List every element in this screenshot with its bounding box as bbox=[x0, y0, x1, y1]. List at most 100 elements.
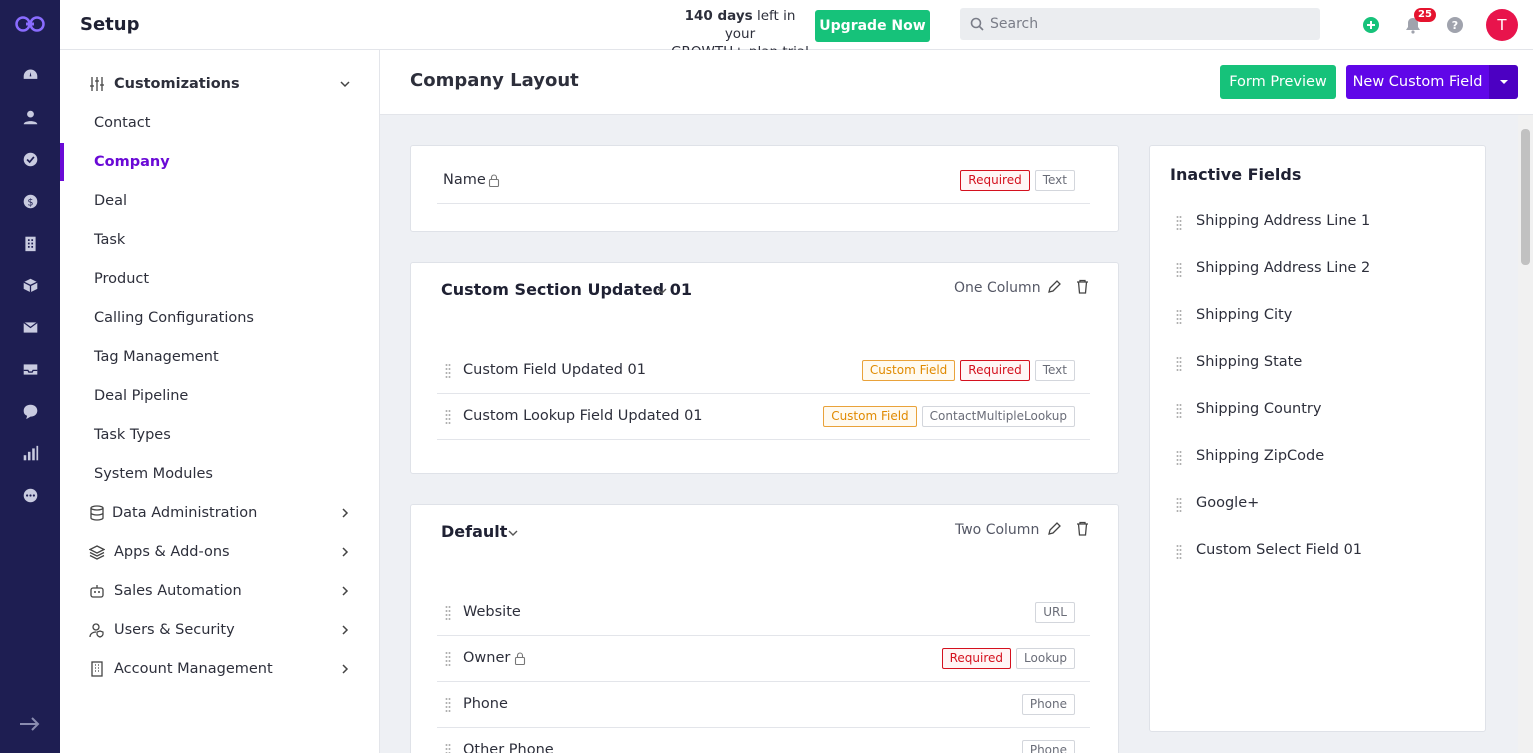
app-logo-icon[interactable] bbox=[14, 14, 46, 34]
sidebar-item-system-modules[interactable]: System Modules bbox=[60, 457, 379, 491]
svg-text:?: ? bbox=[1452, 19, 1458, 32]
type-tag: URL bbox=[1035, 602, 1075, 623]
sidebar-item-company[interactable]: Company bbox=[60, 143, 379, 181]
content-scrollbar[interactable] bbox=[1518, 115, 1533, 753]
inactive-field-item[interactable]: Custom Select Field 01 bbox=[1176, 538, 1466, 566]
sidebar-item-product[interactable]: Product bbox=[60, 262, 379, 296]
chevron-down-icon[interactable] bbox=[656, 285, 668, 297]
upgrade-now-button[interactable]: Upgrade Now bbox=[815, 10, 930, 42]
field-tags: Custom Field Required Text bbox=[861, 360, 1075, 381]
scrollbar-thumb[interactable] bbox=[1521, 129, 1530, 265]
drag-handle-icon[interactable] bbox=[445, 651, 451, 667]
drag-handle-icon[interactable] bbox=[1176, 450, 1182, 466]
sidebar-item-deal[interactable]: Deal bbox=[60, 184, 379, 218]
sidebar-group-users-security[interactable]: Users & Security bbox=[60, 613, 379, 647]
inactive-field-label: Shipping State bbox=[1196, 354, 1303, 370]
section-card-default: Default Two Column Website URL Owner Req… bbox=[410, 504, 1119, 753]
contacts-icon[interactable] bbox=[20, 107, 40, 127]
field-name: Other Phone bbox=[463, 742, 554, 753]
companies-icon[interactable] bbox=[20, 233, 40, 253]
sidebar-item-task-types[interactable]: Task Types bbox=[60, 418, 379, 452]
email-icon[interactable] bbox=[20, 317, 40, 337]
inactive-field-item[interactable]: Shipping State bbox=[1176, 350, 1466, 378]
drag-handle-icon[interactable] bbox=[1176, 544, 1182, 560]
sidebar-item-calling-configurations[interactable]: Calling Configurations bbox=[60, 301, 379, 335]
sidebar-item-label: Deal Pipeline bbox=[94, 388, 189, 404]
sidebar-item-contact[interactable]: Contact bbox=[60, 106, 379, 140]
inbox-icon[interactable] bbox=[20, 359, 40, 379]
inactive-field-item[interactable]: Google+ bbox=[1176, 491, 1466, 519]
drag-handle-icon[interactable] bbox=[445, 363, 451, 379]
field-tags: URL bbox=[1035, 602, 1075, 623]
field-name: Name bbox=[443, 172, 486, 188]
field-row-name[interactable]: Name Required Text bbox=[437, 158, 1090, 204]
field-row[interactable]: Website URL bbox=[437, 590, 1090, 636]
chevron-down-icon bbox=[340, 81, 350, 88]
drag-handle-icon[interactable] bbox=[1176, 497, 1182, 513]
sidebar-group-apps-addons[interactable]: Apps & Add-ons bbox=[60, 535, 379, 569]
sidebar-group-data-administration[interactable]: Data Administration bbox=[60, 496, 379, 530]
products-icon[interactable] bbox=[20, 275, 40, 295]
inactive-field-item[interactable]: Shipping Address Line 1 bbox=[1176, 209, 1466, 237]
edit-pencil-icon[interactable] bbox=[1047, 279, 1062, 294]
column-layout-label[interactable]: Two Column bbox=[955, 522, 1039, 538]
sidebar-item-deal-pipeline[interactable]: Deal Pipeline bbox=[60, 379, 379, 413]
search-input[interactable] bbox=[990, 8, 1310, 40]
database-icon bbox=[90, 505, 104, 521]
field-tags: Phone bbox=[1021, 694, 1075, 715]
sidebar-group-label: Data Administration bbox=[112, 505, 258, 521]
chat-icon[interactable] bbox=[20, 401, 40, 421]
field-name: Custom Lookup Field Updated 01 bbox=[463, 408, 703, 424]
add-circle-icon[interactable] bbox=[1362, 16, 1380, 34]
inactive-field-label: Google+ bbox=[1196, 495, 1260, 511]
required-tag: Required bbox=[960, 170, 1030, 191]
custom-field-tag: Custom Field bbox=[861, 360, 956, 381]
search-box[interactable] bbox=[960, 8, 1320, 40]
sidebar-group-sales-automation[interactable]: Sales Automation bbox=[60, 574, 379, 608]
drag-handle-icon[interactable] bbox=[1176, 262, 1182, 278]
drag-handle-icon[interactable] bbox=[445, 605, 451, 621]
sidebar-item-label: Task bbox=[94, 232, 126, 248]
inactive-field-item[interactable]: Shipping City bbox=[1176, 303, 1466, 331]
expand-arrow-icon[interactable] bbox=[18, 712, 42, 736]
drag-handle-icon[interactable] bbox=[445, 743, 451, 753]
field-row[interactable]: Owner Required Lookup bbox=[437, 636, 1090, 682]
column-layout-label[interactable]: One Column bbox=[954, 280, 1041, 296]
field-row[interactable]: Phone Phone bbox=[437, 682, 1090, 728]
reports-icon[interactable] bbox=[20, 443, 40, 463]
field-row[interactable]: Custom Lookup Field Updated 01 Custom Fi… bbox=[437, 394, 1090, 440]
new-custom-field-button[interactable]: New Custom Field bbox=[1346, 65, 1489, 99]
field-row[interactable]: Custom Field Updated 01 Custom Field Req… bbox=[437, 348, 1090, 394]
form-preview-button[interactable]: Form Preview bbox=[1220, 65, 1336, 99]
edit-pencil-icon[interactable] bbox=[1047, 521, 1062, 536]
drag-handle-icon[interactable] bbox=[445, 409, 451, 425]
more-icon[interactable] bbox=[20, 485, 40, 505]
required-tag: Required bbox=[941, 648, 1012, 669]
dashboard-icon[interactable] bbox=[20, 65, 40, 85]
user-avatar[interactable]: T bbox=[1486, 9, 1518, 41]
drag-handle-icon[interactable] bbox=[1176, 356, 1182, 372]
sidebar-item-tag-management[interactable]: Tag Management bbox=[60, 340, 379, 374]
new-field-dropdown-button[interactable] bbox=[1489, 65, 1518, 99]
layers-icon bbox=[89, 545, 105, 560]
drag-handle-icon[interactable] bbox=[1176, 403, 1182, 419]
deals-icon[interactable]: $ bbox=[20, 191, 40, 211]
inactive-field-label: Shipping ZipCode bbox=[1196, 448, 1325, 464]
trash-icon[interactable] bbox=[1075, 279, 1090, 294]
inactive-field-item[interactable]: Shipping Address Line 2 bbox=[1176, 256, 1466, 284]
field-row[interactable]: Other Phone Phone bbox=[437, 728, 1090, 753]
inactive-field-item[interactable]: Shipping ZipCode bbox=[1176, 444, 1466, 472]
sidebar-group-account-management[interactable]: Account Management bbox=[60, 652, 379, 686]
drag-handle-icon[interactable] bbox=[1176, 309, 1182, 325]
drag-handle-icon[interactable] bbox=[445, 697, 451, 713]
drag-handle-icon[interactable] bbox=[1176, 215, 1182, 231]
chevron-down-icon[interactable] bbox=[507, 527, 519, 539]
chevron-right-icon bbox=[342, 547, 349, 557]
sidebar-group-customizations[interactable]: Customizations bbox=[60, 67, 379, 101]
inactive-field-item[interactable]: Shipping Country bbox=[1176, 397, 1466, 425]
sidebar-item-task[interactable]: Task bbox=[60, 223, 379, 257]
help-icon[interactable]: ? bbox=[1446, 16, 1464, 34]
section-title: Default bbox=[441, 522, 508, 541]
tasks-icon[interactable] bbox=[20, 149, 40, 169]
trash-icon[interactable] bbox=[1075, 521, 1090, 536]
